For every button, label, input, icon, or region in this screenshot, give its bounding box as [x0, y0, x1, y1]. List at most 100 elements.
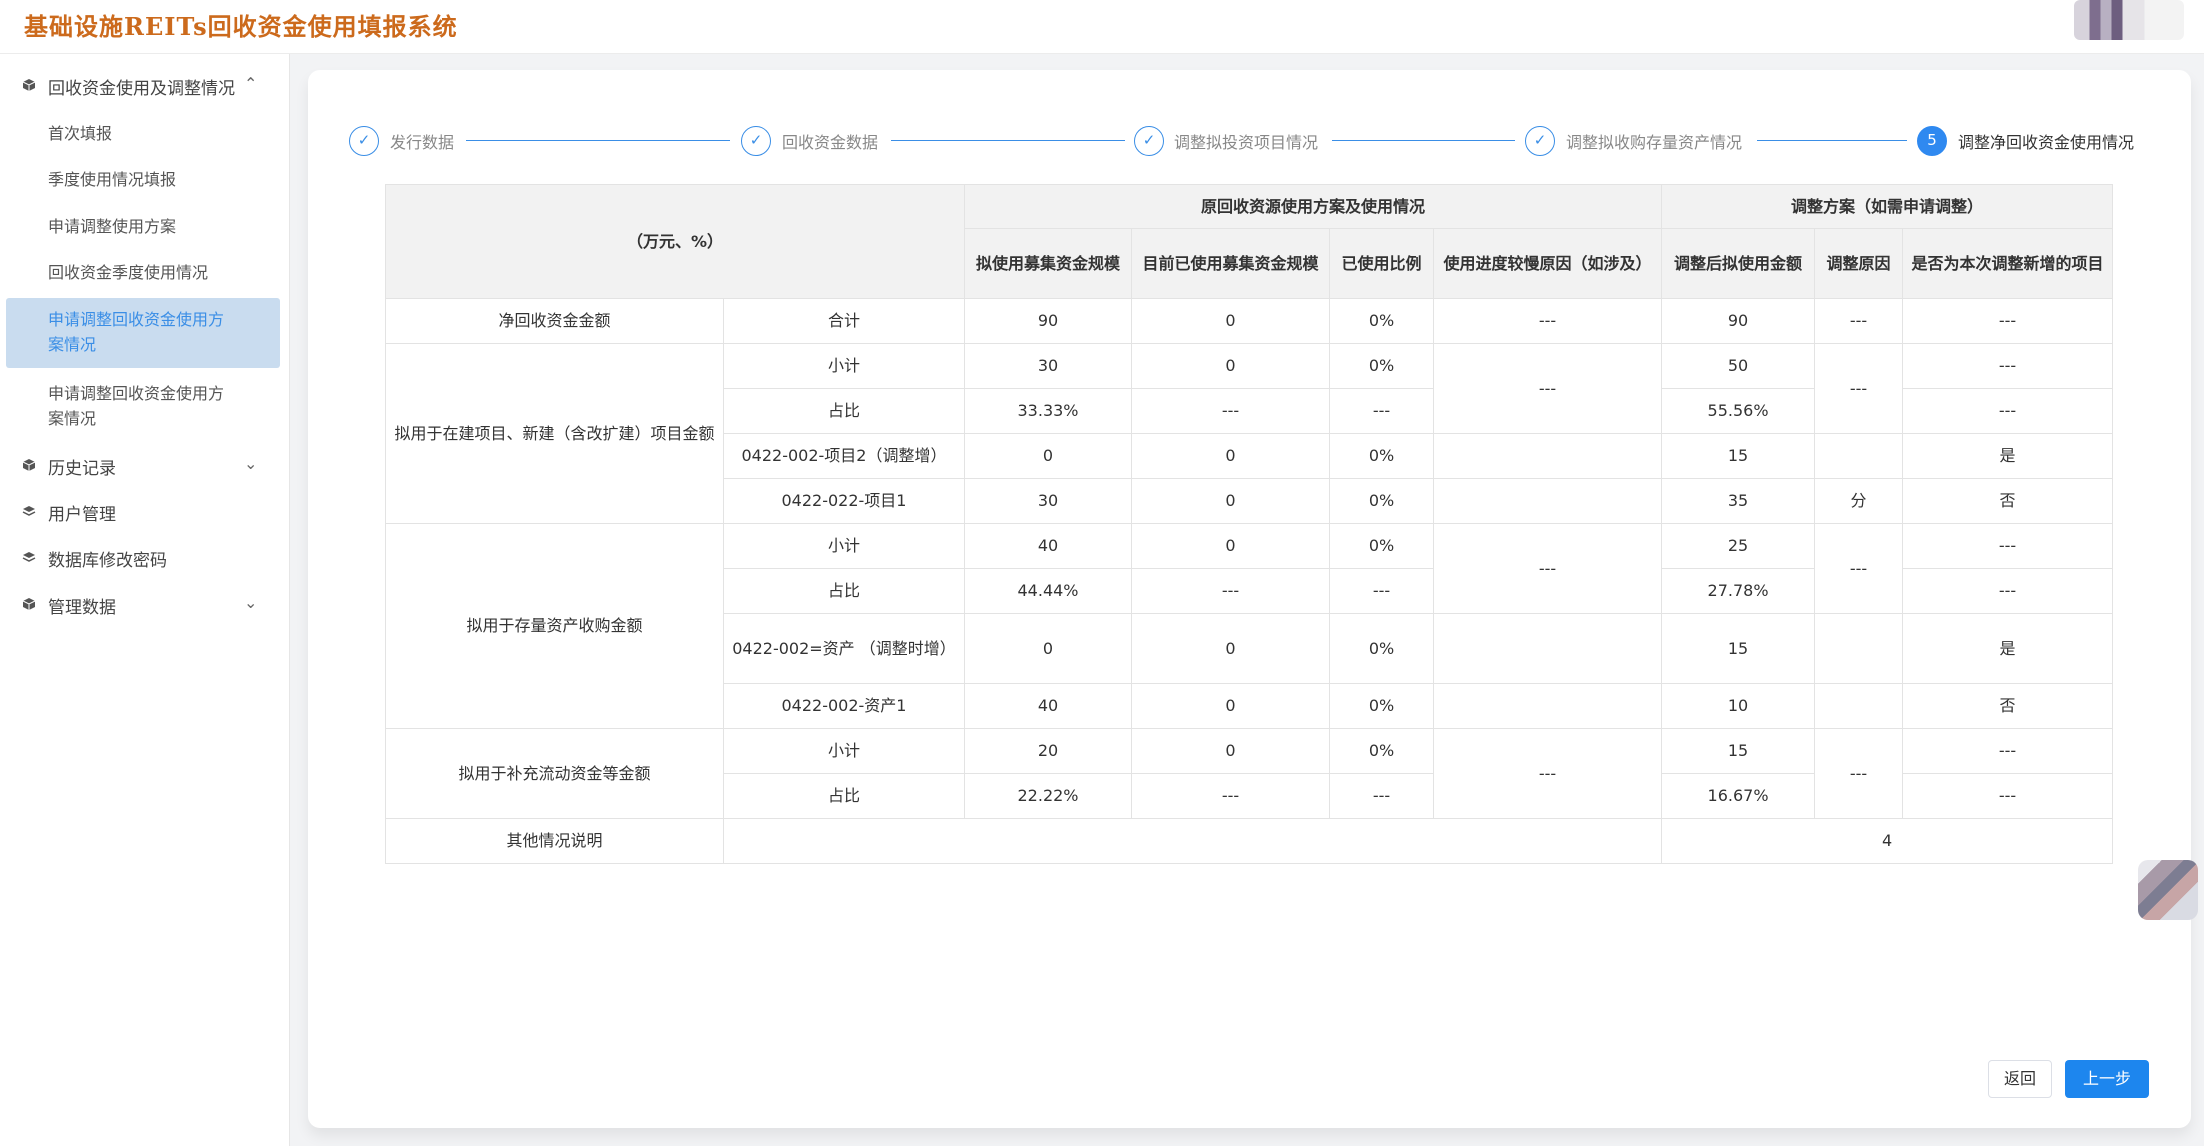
step-1-label[interactable]: 发行数据	[390, 129, 454, 153]
step-4-check-icon[interactable]: ✓	[1525, 126, 1555, 156]
cell: 0%	[1329, 683, 1435, 729]
other-description-cell[interactable]	[722, 818, 1663, 864]
cell: 35	[1661, 478, 1816, 524]
cell: 0	[964, 433, 1133, 479]
col-header: 目前已使用募集资金规模	[1131, 228, 1331, 299]
user-avatar[interactable]	[2074, 0, 2184, 40]
col-header: 是否为本次调整新增的项目	[1902, 228, 2114, 299]
col-header: 使用进度较慢原因（如涉及）	[1433, 228, 1663, 299]
row-sublabel: 占比	[722, 568, 966, 614]
sidebar-item-adjust-plan[interactable]: 申请调整回收资金使用方案情况	[0, 376, 290, 436]
cell: 否	[1902, 478, 2114, 524]
col-header: 拟使用募集资金规模	[964, 228, 1133, 299]
cell: 15	[1661, 613, 1816, 684]
sidebar-item-adjust-plan-active[interactable]: 申请调整回收资金使用方案情况	[6, 298, 280, 368]
step-3-check-icon[interactable]: ✓	[1134, 126, 1164, 156]
table-row: 拟用于在建项目、新建（含改扩建）项目金额 小计 30 0 0% --- 50 -…	[385, 343, 2114, 524]
step-connector	[1757, 140, 1907, 141]
step-1-check-icon[interactable]: ✓	[349, 126, 379, 156]
menu-group-history[interactable]: 历史记录 ⌄	[0, 442, 290, 488]
cell: ---	[1902, 343, 2114, 389]
sidebar-item-label: 首次填报	[48, 124, 113, 143]
cell: 15	[1661, 728, 1816, 774]
row-sublabel: 0422-002-项目2（调整增）	[722, 433, 966, 479]
sidebar-item-label: 申请调整使用方案	[48, 217, 177, 236]
step-3-label[interactable]: 调整拟投资项目情况	[1174, 129, 1318, 153]
menu-group-label: 数据库修改密码	[48, 551, 167, 571]
main-content: ✓ 发行数据 ✓ 回收资金数据 ✓ 调整拟投资项目情况 ✓ 调整拟收购存量资产情…	[308, 70, 2191, 1128]
row-sublabel: 合计	[722, 298, 966, 344]
cell: 30	[964, 343, 1133, 389]
row-sublabel: 占比	[722, 773, 966, 819]
cell: 0	[1131, 298, 1331, 344]
cell: 50	[1661, 343, 1816, 389]
previous-step-button[interactable]: 上一步	[2065, 1060, 2149, 1098]
group-header-adjust: 调整方案（如需申请调整）	[1661, 184, 2114, 229]
cell: 27.78%	[1661, 568, 1816, 614]
cell: 0	[1131, 523, 1331, 569]
menu-group-db-password[interactable]: 数据库修改密码	[0, 534, 290, 580]
step-5-label[interactable]: 调整净回收资金使用情况	[1958, 129, 2134, 153]
cell: 0	[1131, 683, 1331, 729]
menu-group-user-management[interactable]: 用户管理	[0, 488, 290, 534]
layers-icon	[22, 504, 36, 518]
cell: 0%	[1329, 343, 1435, 389]
table-row: 拟用于补充流动资金等金额 小计 20 0 0% --- 15 --- ---	[385, 728, 2114, 819]
sidebar-item-label: 季度使用情况填报	[48, 170, 177, 189]
row-sublabel: 0422-022-项目1	[722, 478, 966, 524]
col-header: 已使用比例	[1329, 228, 1435, 299]
sidebar-item-label: 回收资金季度使用情况	[48, 263, 209, 282]
cell: ---	[1131, 388, 1331, 434]
cell: ---	[1131, 773, 1331, 819]
cube-icon	[22, 78, 36, 92]
cell: 40	[964, 683, 1133, 729]
step-2-label[interactable]: 回收资金数据	[782, 129, 878, 153]
cell: 否	[1902, 683, 2114, 729]
cell: ---	[1329, 568, 1435, 614]
category-label: 拟用于存量资产收购金额	[385, 523, 724, 729]
cell: 0	[964, 613, 1133, 684]
adjust-funds-table-wrapper: （万元、%） 原回收资源使用方案及使用情况 调整方案（如需申请调整） 拟使用募集…	[384, 184, 2114, 864]
menu-group-manage-data[interactable]: 管理数据 ⌄	[0, 581, 290, 627]
cell: 25	[1661, 523, 1816, 569]
col-header: 调整原因	[1814, 228, 1904, 299]
menu-group-reclaim-funds[interactable]: 回收资金使用及调整情况 ⌃	[0, 62, 290, 108]
cell: 0%	[1329, 523, 1435, 569]
top-header: 基础设施REITs回收资金使用填报系统	[0, 0, 2204, 54]
step-5-number-icon[interactable]: 5	[1917, 126, 1947, 156]
cell: ---	[1814, 298, 1904, 344]
cell: ---	[1902, 773, 2114, 819]
cell	[1814, 683, 1904, 729]
cell: 16.67%	[1661, 773, 1816, 819]
step-4-label[interactable]: 调整拟收购存量资产情况	[1566, 129, 1742, 153]
cell	[1433, 433, 1663, 479]
sidebar-item-first-fill[interactable]: 首次填报	[0, 108, 290, 154]
table-row: 拟用于存量资产收购金额 小计 40 0 0% --- 25 --- ---	[385, 523, 2114, 729]
adjust-funds-table: （万元、%） 原回收资源使用方案及使用情况 调整方案（如需申请调整） 拟使用募集…	[384, 184, 2114, 864]
cell: ---	[1433, 343, 1663, 434]
floating-avatar[interactable]	[2138, 860, 2198, 920]
group-header-original: 原回收资源使用方案及使用情况	[964, 184, 1663, 229]
cell: 0%	[1329, 728, 1435, 774]
unit-header: （万元、%）	[384, 184, 966, 299]
menu-group-label: 用户管理	[48, 505, 116, 525]
cell: 是	[1902, 613, 2114, 684]
other-value-cell[interactable]: 4	[1661, 818, 2114, 864]
chevron-down-icon: ⌄	[244, 593, 258, 612]
cell: 0	[1131, 343, 1331, 389]
sidebar-item-apply-adjust[interactable]: 申请调整使用方案	[0, 201, 290, 247]
row-sublabel: 小计	[722, 343, 966, 389]
cell: ---	[1433, 728, 1663, 819]
cell: ---	[1902, 728, 2114, 774]
sidebar-item-quarterly-fill[interactable]: 季度使用情况填报	[0, 154, 290, 200]
cell: 0	[1131, 613, 1331, 684]
back-button[interactable]: 返回	[1988, 1060, 2052, 1098]
cube-icon	[22, 458, 36, 472]
cell: 33.33%	[964, 388, 1133, 434]
cell: ---	[1814, 728, 1904, 819]
sidebar-item-quarterly-usage[interactable]: 回收资金季度使用情况	[0, 247, 290, 293]
row-label: 净回收资金金额	[385, 298, 724, 344]
cell: ---	[1902, 388, 2114, 434]
step-2-check-icon[interactable]: ✓	[741, 126, 771, 156]
cell: 20	[964, 728, 1133, 774]
